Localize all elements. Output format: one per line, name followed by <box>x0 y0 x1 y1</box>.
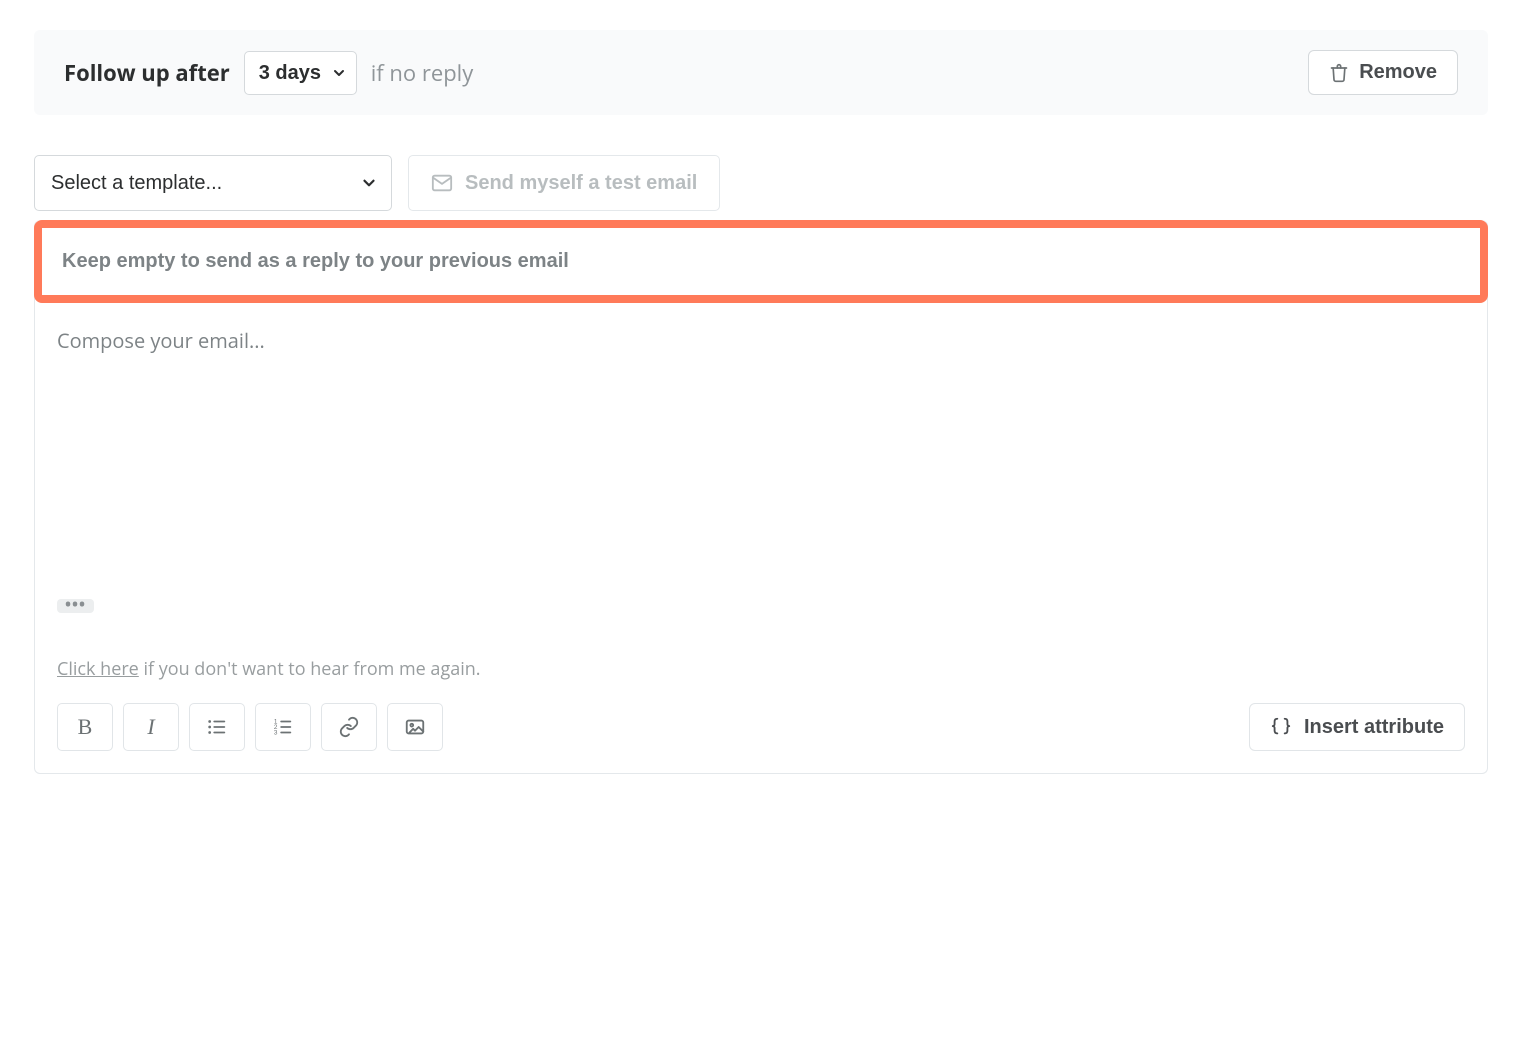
followup-label: Follow up after <box>64 58 230 88</box>
followup-delay-select[interactable]: 3 days <box>244 51 357 95</box>
bullet-list-icon <box>206 716 228 738</box>
trash-icon <box>1329 63 1349 83</box>
template-select[interactable]: Select a template... <box>34 155 392 211</box>
body-placeholder: Compose your email... <box>57 327 1465 587</box>
email-editor: Compose your email... ••• Click here if … <box>34 220 1488 774</box>
unsubscribe-link[interactable]: Click here <box>57 657 139 681</box>
braces-icon <box>1270 716 1292 738</box>
remove-button[interactable]: Remove <box>1308 50 1458 95</box>
link-button[interactable] <box>321 703 377 751</box>
followup-bar: Follow up after 3 days if no reply Remov… <box>34 30 1488 115</box>
italic-button[interactable]: I <box>123 703 179 751</box>
template-select-wrap: Select a template... <box>34 155 392 211</box>
send-test-email-button[interactable]: Send myself a test email <box>408 155 720 211</box>
insert-attribute-button[interactable]: Insert attribute <box>1249 703 1465 751</box>
link-icon <box>338 716 360 738</box>
subject-input[interactable] <box>42 228 1480 295</box>
mail-icon <box>431 172 453 194</box>
followup-delay-select-wrap: 3 days <box>244 51 357 95</box>
bold-button[interactable]: B <box>57 703 113 751</box>
subject-highlight <box>34 220 1488 303</box>
image-icon <box>404 716 426 738</box>
unsubscribe-text: if you don't want to hear from me again. <box>139 657 481 681</box>
quoted-content-toggle[interactable]: ••• <box>57 599 94 613</box>
followup-suffix: if no reply <box>371 58 474 88</box>
remove-button-label: Remove <box>1359 61 1437 84</box>
editor-toolbar: B I 1 2 3 <box>35 689 1487 773</box>
email-body-area[interactable]: Compose your email... ••• Click here if … <box>35 303 1487 689</box>
template-row: Select a template... Send myself a test … <box>34 155 1488 211</box>
insert-attribute-label: Insert attribute <box>1304 716 1444 739</box>
numbered-list-icon: 1 2 3 <box>272 716 294 738</box>
numbered-list-button[interactable]: 1 2 3 <box>255 703 311 751</box>
image-button[interactable] <box>387 703 443 751</box>
unsubscribe-line: Click here if you don't want to hear fro… <box>57 657 1465 681</box>
bullet-list-button[interactable] <box>189 703 245 751</box>
svg-text:3: 3 <box>274 729 278 736</box>
send-test-email-label: Send myself a test email <box>465 172 697 195</box>
